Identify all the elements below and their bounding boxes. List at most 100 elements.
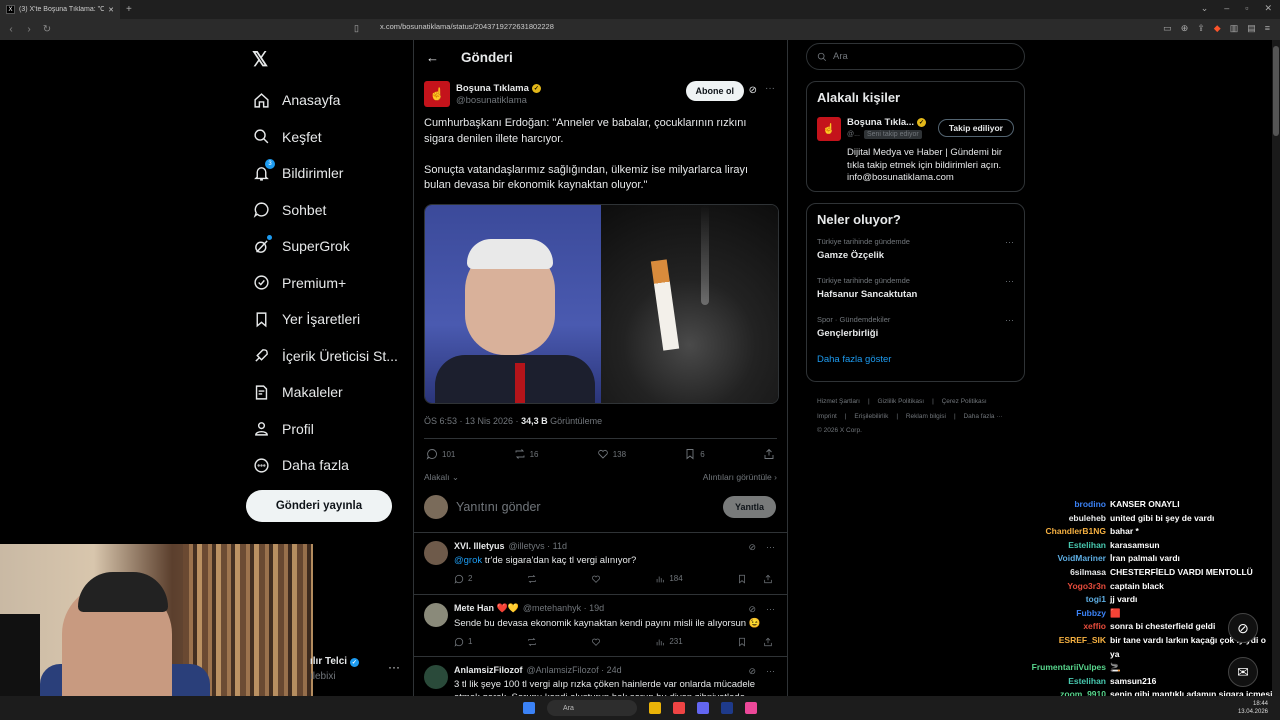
reply-item[interactable]: AnlamsizFilozof @AnlamsizFilozof · 24d ⊘ ·… — [414, 657, 787, 696]
back-arrow-icon[interactable]: ← — [426, 50, 439, 65]
reply-item[interactable]: XVI. Illetyus @illetyvs · 11d ⊘ ··· @grok … — [414, 533, 787, 595]
grok-icon[interactable]: ⊘ — [748, 666, 756, 677]
grok-floating-icon[interactable]: ⊘ — [1228, 613, 1258, 643]
taskbar-search[interactable]: Ara — [547, 700, 637, 716]
reply-button[interactable]: 2 — [454, 574, 472, 584]
more-options-icon[interactable]: ··· — [766, 666, 775, 677]
x-logo-icon[interactable]: 𝕏 — [252, 47, 268, 72]
mention-link[interactable]: @grok — [454, 555, 482, 566]
footer-link[interactable]: Imprint — [817, 413, 837, 420]
chat-username[interactable]: togi1 — [1010, 593, 1106, 607]
maximize-icon[interactable]: ▫ — [1245, 3, 1248, 14]
sidebar-item-creator-studio[interactable]: İçerik Üreticisi St... — [252, 338, 398, 375]
share-button[interactable] — [763, 448, 775, 460]
related-name[interactable]: Boşuna Tıkla... ✓ — [847, 117, 927, 128]
subscribe-button[interactable]: Abone ol — [685, 81, 744, 101]
trend-item[interactable]: Türkiye tarihinde gündemde Gamze Özçelik… — [817, 237, 1014, 266]
views-button[interactable]: 184 — [655, 574, 683, 584]
reply-author[interactable]: XVI. Illetyus — [454, 541, 505, 551]
chat-username[interactable]: Fubbzy — [1010, 607, 1106, 621]
views-button[interactable]: 231 — [655, 637, 683, 647]
wallet-icon[interactable]: ▤ — [1247, 23, 1256, 34]
following-button[interactable]: Takip ediliyor — [937, 119, 1014, 137]
footer-link[interactable]: Çerez Politikası — [942, 398, 987, 405]
sidebar-item-bookmarks[interactable]: Yer İşaretleri — [252, 301, 398, 338]
sidebar-item-home[interactable]: Anasayfa — [252, 82, 398, 119]
sidebar-item-profile[interactable]: Profil — [252, 411, 398, 448]
chat-username[interactable]: ESREF_SIK — [1010, 634, 1106, 661]
sidebar-item-explore[interactable]: Keşfet — [252, 119, 398, 156]
sidebar-icon[interactable]: ▥ — [1230, 23, 1239, 34]
reply-input[interactable]: Yanıtını gönder — [456, 500, 541, 514]
chat-username[interactable]: FrumentariiVulpes — [1010, 661, 1106, 675]
reply-button[interactable]: 1 — [454, 637, 472, 647]
trend-more-icon[interactable]: ··· — [1005, 237, 1014, 247]
cast-icon[interactable]: ▭ — [1163, 23, 1172, 34]
sort-dropdown[interactable]: Alakalı ⌄ — [424, 472, 459, 483]
repost-button[interactable] — [527, 574, 537, 584]
bookmark-button[interactable] — [737, 637, 773, 647]
account-switcher[interactable]: ılır Telci ✓ ılebixi — [310, 656, 359, 682]
trend-item[interactable]: Türkiye tarihinde gündemde Hafsanur Sanc… — [817, 276, 1014, 305]
trend-more-icon[interactable]: ··· — [1005, 315, 1014, 325]
chat-username[interactable]: brodino — [1010, 498, 1106, 512]
more-options-icon[interactable]: ··· — [765, 83, 775, 94]
related-person[interactable]: ☝ Boşuna Tıkla... ✓ @... Seni takip ediyor… — [817, 117, 1014, 141]
reply-button[interactable]: 101 — [426, 448, 455, 460]
browser-tab[interactable]: X (3) X'te Boşuna Tıklama: "Cumh... ✕ — [0, 0, 120, 19]
like-button[interactable] — [591, 574, 601, 584]
chat-username[interactable]: Estelihan — [1010, 675, 1106, 689]
sidebar-item-premium[interactable]: Premium+ — [252, 265, 398, 302]
steam-icon[interactable] — [721, 702, 733, 714]
forward-icon[interactable]: › — [24, 24, 34, 35]
footer-link[interactable]: Reklam bilgisi — [906, 413, 946, 420]
sidebar-item-supergrok[interactable]: SuperGrok — [252, 228, 398, 265]
file-explorer-icon[interactable] — [649, 702, 661, 714]
chat-username[interactable]: ebuleheb — [1010, 512, 1106, 526]
reply-author[interactable]: AnlamsizFilozof — [454, 665, 523, 675]
author-handle[interactable]: @bosunatiklama — [456, 95, 541, 106]
brave-browser-icon[interactable] — [673, 702, 685, 714]
chat-username[interactable]: VoidMariner — [1010, 552, 1107, 566]
chat-username[interactable]: 6silmasa — [1010, 566, 1106, 580]
scrollbar[interactable] — [1272, 40, 1280, 696]
discord-icon[interactable] — [697, 702, 709, 714]
author-avatar[interactable]: ☝ — [424, 81, 450, 107]
close-window-icon[interactable]: ✕ — [1264, 3, 1272, 14]
menu-icon[interactable]: ≡ — [1265, 23, 1270, 34]
chevron-down-icon[interactable]: ⌄ — [1201, 3, 1209, 14]
repost-button[interactable]: 16 — [514, 448, 538, 460]
show-more-link[interactable]: Daha fazla göster — [817, 354, 1014, 365]
reply-author[interactable]: Mete Han ❤️💛 — [454, 603, 519, 614]
view-quotes-link[interactable]: Alıntıları görüntüle › — [703, 472, 777, 483]
related-avatar[interactable]: ☝ — [817, 117, 841, 141]
trend-more-icon[interactable]: ··· — [1005, 276, 1014, 286]
reload-icon[interactable]: ↻ — [42, 24, 52, 35]
app-icon[interactable] — [745, 702, 757, 714]
system-clock[interactable]: 18:44 13.04.2026 — [1238, 700, 1268, 716]
grok-icon[interactable]: ⊘ — [748, 542, 756, 553]
chat-username[interactable]: ChandlerB1NG — [1010, 525, 1106, 539]
post-button[interactable]: Gönderi yayınla — [246, 490, 392, 522]
close-tab-icon[interactable]: ✕ — [108, 6, 114, 14]
minimize-icon[interactable]: – — [1224, 3, 1229, 14]
sidebar-item-more[interactable]: Daha fazla — [252, 447, 398, 484]
share-icon[interactable]: ⇪ — [1197, 23, 1205, 34]
footer-link[interactable]: Hizmet Şartları — [817, 398, 860, 405]
chat-username[interactable]: xeffio — [1010, 620, 1106, 634]
chat-username[interactable]: Yogo3r3n — [1010, 580, 1106, 594]
bookmark-page-icon[interactable]: ▯ — [354, 23, 359, 34]
brave-shield-icon[interactable]: ◆ — [1214, 23, 1221, 34]
tweet-timestamp[interactable]: ÖS 6:53 · 13 Nis 2026 · — [424, 416, 521, 426]
messages-floating-icon[interactable]: ✉ — [1228, 657, 1258, 687]
back-icon[interactable]: ‹ — [6, 24, 16, 35]
new-tab-icon[interactable]: + — [120, 4, 138, 15]
more-options-icon[interactable]: ··· — [766, 604, 775, 615]
reply-avatar[interactable] — [424, 664, 448, 689]
reply-avatar[interactable] — [424, 602, 448, 627]
search-input[interactable]: Ara — [806, 43, 1025, 70]
footer-link[interactable]: Erişilebilirlik — [854, 413, 888, 420]
scrollbar-thumb[interactable] — [1273, 46, 1279, 136]
reply-item[interactable]: Mete Han ❤️💛 @metehanhyk · 19d ⊘ ··· Sende… — [414, 595, 787, 657]
reply-avatar[interactable] — [424, 540, 448, 565]
